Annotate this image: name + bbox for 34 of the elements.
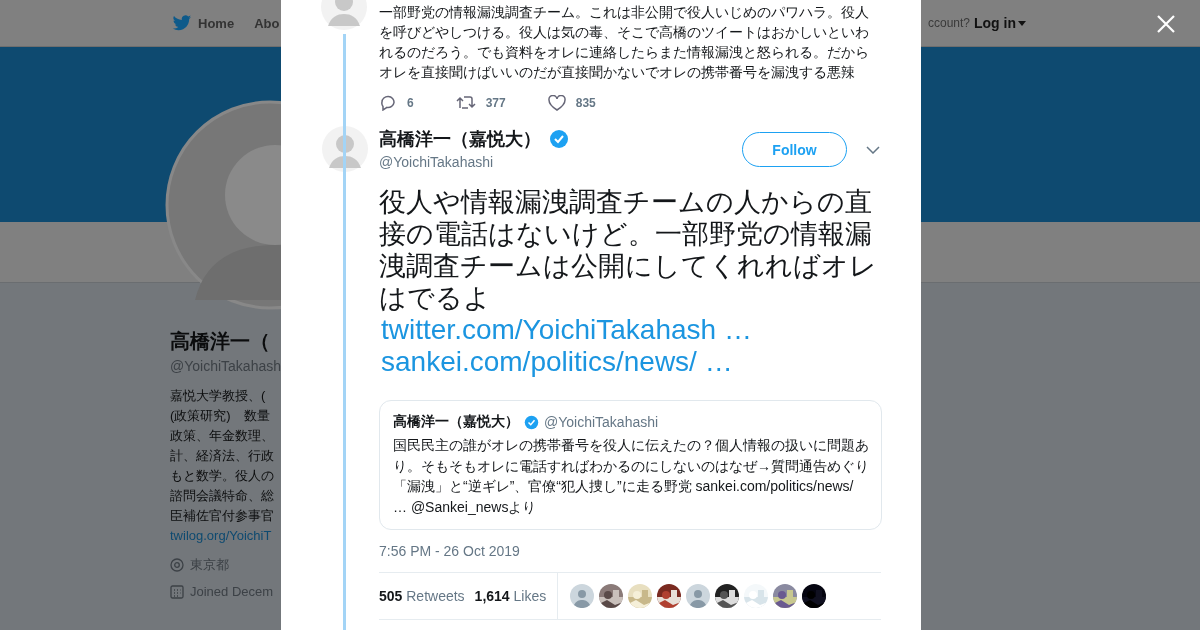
like-button[interactable]: 835 xyxy=(547,94,596,111)
tweet-link[interactable]: twitter.com/YoichiTakahash … xyxy=(381,314,752,345)
user-name[interactable]: 高橋洋一（嘉悦大） xyxy=(379,127,541,151)
user-handle[interactable]: @YoichiTakahashi xyxy=(379,154,739,170)
calendar-icon xyxy=(170,584,184,599)
profile-bio: 嘉悦大学教授、( (政策研究) 数量 政策、年金数理、 計、経済法、行政 もと数学。役人の 諮問会議特命、総 臣補佐官付参事官 xyxy=(170,387,274,525)
chevron-icon[interactable] xyxy=(866,146,880,154)
account-prompt: ccount? xyxy=(927,16,970,30)
tweet-timestamp[interactable]: 7:56 PM - 26 Oct 2019 xyxy=(379,543,881,559)
quoted-user-name: 高橋洋一（嘉悦大） xyxy=(393,413,519,431)
reply-button[interactable]: 6 xyxy=(379,94,414,111)
retweet-count[interactable]: 505 Retweets xyxy=(379,588,465,604)
profile-handle: @YoichiTakahash xyxy=(170,358,281,374)
tweet-text: 一部野党の情報漏洩調査チーム。これは非公開で役人いじめのパワハラ。役人を呼びどやしつける。役人は気の毒、そこで高橋のツイートはおかしいといわれるのだろう。でも資料をオレに連絡したらまた情報漏洩と怒られる。だからオレを直接聞けばいいのだが直接聞かないでオレの携帯番号を漏洩する悪辣 xyxy=(379,3,870,82)
tweet-link[interactable]: sankei.com/politics/news/ … xyxy=(381,346,733,377)
follow-button[interactable]: Follow xyxy=(742,132,847,167)
quoted-user-handle: @YoichiTakahashi xyxy=(544,414,659,430)
retweet-icon xyxy=(455,95,476,110)
tweet-text: 役人や情報漏洩調査チームの人からの直接の電話はないけど。一部野党の情報漏洩調査チームは公開にしてくれればオレはでるよ xyxy=(379,186,878,314)
location-icon xyxy=(170,558,184,572)
nav-link[interactable]: Abo xyxy=(254,15,280,31)
profile-name: 高橋洋一（ xyxy=(170,329,270,354)
home-link[interactable]: Home xyxy=(172,14,235,32)
close-icon[interactable] xyxy=(1157,15,1175,33)
reply-icon xyxy=(379,94,397,111)
heart-icon xyxy=(547,94,566,111)
user-avatar xyxy=(322,126,368,172)
like-count[interactable]: 1,614 Likes xyxy=(474,588,547,604)
retweet-button[interactable]: 377 xyxy=(455,94,506,111)
quoted-tweet[interactable]: 高橋洋一（嘉悦大） @YoichiTakahashi 国民民主の誰がオレの携帯番号を役人に伝えたの？個人情報の扱いに問題あり。そもそもオレに電話すればわかるのにしないのはなぜ→質問通告めぐり「漏洩」と“逆ギレ”、官僚“犯人捜し”に走る野党 sankei.com/politics/news/ … @Sankei_newsより xyxy=(379,400,882,530)
bird-icon xyxy=(172,14,192,32)
login-menu[interactable]: Log in xyxy=(974,15,1026,31)
quoted-tweet-text: 国民民主の誰がオレの携帯番号を役人に伝えたの？個人情報の扱いに問題あり。そもそもオレに電話すればわかるのにしないのはなぜ→質問通告めぐり「漏洩」と“逆ギレ”、官僚“犯人捜し”に走る野党 sankei.com/politics/news/ … @Sankei_newsより xyxy=(393,436,869,517)
caret-icon xyxy=(1018,20,1026,26)
